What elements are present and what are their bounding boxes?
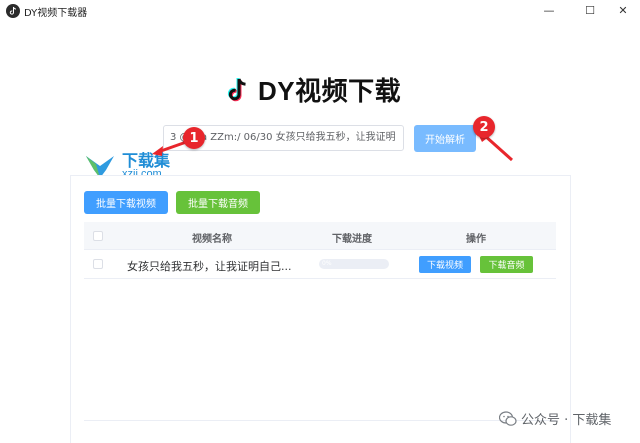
window-title: DY视频下载器 <box>24 8 88 19</box>
select-all-checkbox[interactable] <box>93 231 103 241</box>
download-progress-bar: 0% <box>319 259 389 269</box>
minimize-button[interactable]: — <box>534 0 564 20</box>
footer-watermark: 公众号 · 下载集 <box>499 409 611 428</box>
batch-download-video-button[interactable]: 批量下载视频 <box>84 191 168 214</box>
table-header: 视频名称 下载进度 操作 <box>84 222 556 250</box>
maximize-button[interactable]: ☐ <box>575 0 605 20</box>
app-logo-icon <box>6 4 20 18</box>
column-actions: 操作 <box>466 234 486 245</box>
wechat-icon <box>499 410 517 426</box>
title-bar: DY视频下载器 — ☐ ✕ <box>0 0 640 22</box>
start-parse-button[interactable]: 开始解析 <box>414 125 476 152</box>
close-button[interactable]: ✕ <box>608 0 638 20</box>
page-heading: DY视频下载 <box>226 71 401 108</box>
footer-watermark-text: 公众号 · 下载集 <box>521 413 612 428</box>
download-panel <box>70 175 571 443</box>
table-row: 女孩只给我五秒，让我证明自己... 0% 下载视频 下载音频 <box>84 251 556 279</box>
page-title: DY视频下载 <box>258 76 402 106</box>
tiktok-note-icon <box>227 77 246 101</box>
batch-download-audio-button[interactable]: 批量下载音频 <box>176 191 260 214</box>
progress-text: 0% <box>322 260 332 267</box>
column-progress: 下载进度 <box>332 234 372 245</box>
download-audio-button[interactable]: 下载音频 <box>480 256 533 273</box>
download-video-button[interactable]: 下载视频 <box>419 256 471 273</box>
step-marker-1: 1 <box>183 127 205 149</box>
video-name: 女孩只给我五秒，让我证明自己... <box>127 260 292 273</box>
step-marker-2: 2 <box>473 116 495 138</box>
table-bottom-divider <box>84 420 556 421</box>
row-checkbox[interactable] <box>93 259 103 269</box>
column-video-name: 视频名称 <box>192 234 232 245</box>
